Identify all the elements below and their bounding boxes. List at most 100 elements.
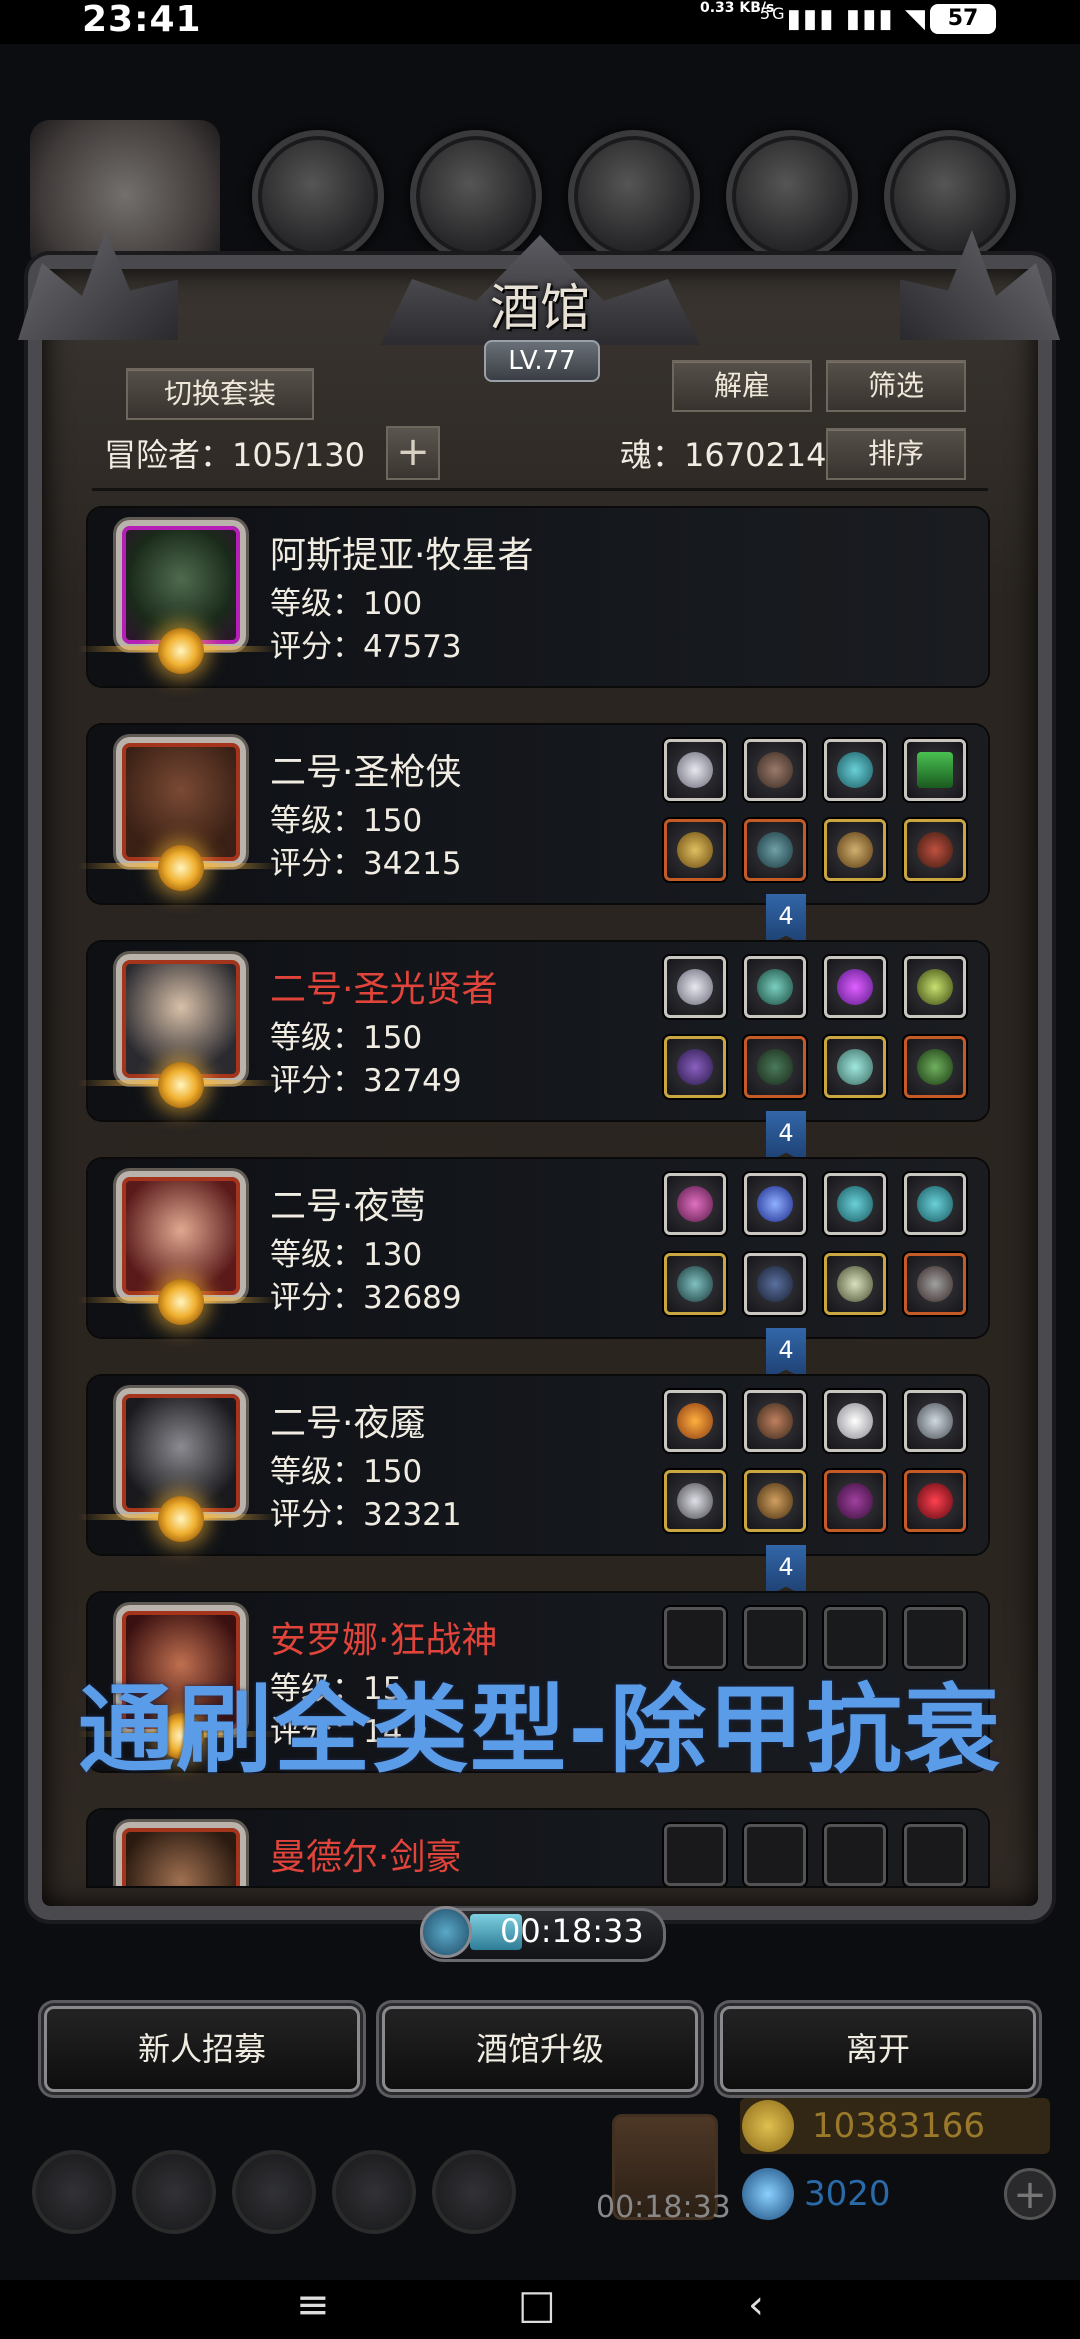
equip-slot-weapon[interactable] [664,819,726,881]
equip-slot-necklace[interactable] [664,739,726,801]
upgrade-tavern-button[interactable]: 酒馆升级 [382,2006,698,2092]
ring-icon [757,752,793,788]
star-badge-icon [158,1062,204,1108]
gate-icon[interactable] [232,2150,316,2234]
hero-card[interactable]: 二号·圣光贤者 等级：150 评分：32749 [78,942,988,1120]
hero-name: 二号·圣光贤者 [270,969,498,1010]
equip-slot-claw[interactable] [664,1173,726,1235]
hero-card[interactable]: 曼德尔·剑豪 [88,1810,988,1886]
menu-icon[interactable]: ≡ [296,2282,330,2328]
gem-icon [837,969,873,1005]
equip-slot-necklace[interactable] [664,956,726,1018]
guild-icon[interactable] [432,2150,516,2234]
signal-icon: 5G▮▮▮ ▮▮▮ ◥ [760,4,927,34]
equip-slot-staff[interactable] [664,1036,726,1098]
back-icon[interactable]: ‹ [748,2282,764,2328]
equip-slot-gem[interactable] [824,956,886,1018]
orb-icon [757,969,793,1005]
gear-icon[interactable] [32,2150,116,2234]
equip-slot-ring[interactable] [744,739,806,801]
armor-icon [757,832,793,868]
equip-slot-lantern[interactable] [904,956,966,1018]
hero-level: 等级：150 [270,1020,423,1056]
iron-resource-icon[interactable] [884,130,1016,262]
equip-slot-flame[interactable] [664,1390,726,1452]
stone-icon [837,752,873,788]
sceptre-icon [917,1049,953,1085]
leave-button[interactable]: 离开 [720,2006,1036,2092]
equip-slot-book[interactable] [904,739,966,801]
equip-slot-stone[interactable] [904,1173,966,1235]
star-badge-icon [158,628,204,674]
expand-roster-button[interactable]: + [386,426,440,480]
shield-icon[interactable] [132,2150,216,2234]
equip-slot-ore[interactable] [744,1390,806,1452]
recruit-button[interactable]: 新人招募 [44,2006,360,2092]
add-resource-button[interactable]: + [1004,2168,1056,2220]
empty-slot-hourglass-icon[interactable] [824,1824,886,1886]
equip-slot-orb[interactable] [744,956,806,1018]
gift-timer: 00:18:33 [596,2190,731,2225]
mail-icon[interactable] [332,2150,416,2234]
flame-icon [677,1403,713,1439]
droplet-icon [757,1186,793,1222]
hero-card[interactable]: 阿斯提亚·牧星者 等级：100 评分：47573 [78,508,988,686]
wood-resource-icon[interactable] [410,130,542,262]
carousel-event-icon[interactable] [30,120,220,270]
empty-slot-necklace-icon[interactable] [664,1824,726,1886]
hero-card[interactable]: 二号·圣枪侠 等级：150 评分：34215 [78,725,988,903]
page-title: 酒馆 [490,279,590,337]
equip-slot-cloak[interactable] [744,1253,806,1315]
equip-slot-spear[interactable] [664,1470,726,1532]
hero-level: 等级：150 [270,803,423,839]
system-nav-bar: ≡ □ ‹ [0,2280,1080,2339]
gem-amount: 3020 [804,2174,891,2214]
hero-card[interactable]: 二号·夜莺 等级：130 评分：32689 [78,1159,988,1337]
necklace-icon [677,969,713,1005]
switch-outfit-button[interactable]: 切换套装 [126,368,314,420]
clock-icon [420,1906,472,1958]
food-resource-icon[interactable] [252,130,384,262]
stone-resource-icon[interactable] [568,130,700,262]
equip-slot-sceptre[interactable] [904,1036,966,1098]
equip-slot-armor[interactable] [744,819,806,881]
necklace-icon [677,752,713,788]
star-badge-icon [158,845,204,891]
overlay-caption: 通刷全类型-除甲抗衰 [78,1674,1002,1786]
cloak-icon [757,1266,793,1302]
equip-slot-charm[interactable] [824,1036,886,1098]
adventurer-count: 冒险者：105/130 [104,436,365,474]
dismiss-button[interactable]: 解雇 [672,360,812,412]
hero-card[interactable]: 二号·夜魇 等级：150 评分：32321 [78,1376,988,1554]
equip-slot-robe[interactable] [744,1036,806,1098]
filter-button[interactable]: 筛选 [826,360,966,412]
equip-slot-ring[interactable] [824,1253,886,1315]
gun-icon [677,832,713,868]
empty-slot-drop-icon[interactable] [744,1824,806,1886]
status-time: 23:41 [82,0,202,40]
blade-icon [677,1266,713,1302]
equip-slot-amulet[interactable] [904,1253,966,1315]
equip-slot-helmet[interactable] [744,1470,806,1532]
crystal-resource-icon[interactable] [726,130,858,262]
equip-slot-claw[interactable] [824,1470,886,1532]
equip-slot-stone[interactable] [824,739,886,801]
equip-slot-blade[interactable] [664,1253,726,1315]
claw-icon [677,1186,713,1222]
equip-slot-pebble[interactable] [824,1390,886,1452]
equip-slot-drop[interactable] [744,1173,806,1235]
equip-slot-crystal[interactable] [904,1390,966,1452]
equip-slot-emblem[interactable] [824,819,886,881]
gold-coin-icon [742,2100,794,2152]
hero-level: 等级：150 [270,1454,423,1490]
battery-icon: 57 [930,4,996,34]
hero-score: 评分：32749 [270,1063,462,1099]
lantern-icon [917,969,953,1005]
equip-slot-stone[interactable] [824,1173,886,1235]
equip-slot-amulet[interactable] [904,819,966,881]
hero-score: 评分：47573 [270,629,462,665]
home-icon[interactable]: □ [518,2282,556,2328]
equip-slot-heart[interactable] [904,1470,966,1532]
empty-slot-hourglass-icon[interactable] [904,1824,966,1886]
sort-button[interactable]: 排序 [826,428,966,480]
